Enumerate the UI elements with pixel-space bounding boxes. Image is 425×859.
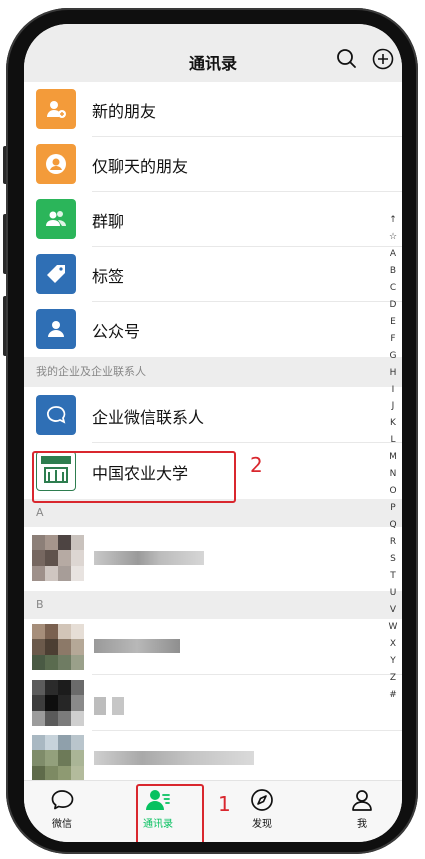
index-letter[interactable]: # <box>386 687 400 704</box>
phone-frame: 通讯录 新的朋友 仅聊天的朋友 群聊 标签 公众号 我的企业及企业联系人 企业微… <box>6 8 418 854</box>
annotation-number-2: 2 <box>250 453 263 477</box>
section-header-a: A <box>24 499 402 527</box>
index-letter[interactable]: I <box>386 382 400 399</box>
list-item-label: 仅聊天的朋友 <box>92 157 189 176</box>
tab-chats[interactable]: 微信 <box>32 787 92 830</box>
index-letter[interactable]: H <box>386 365 400 382</box>
tab-label: 微信 <box>52 819 72 830</box>
index-letter[interactable]: N <box>386 466 400 483</box>
index-letter[interactable]: T <box>386 568 400 585</box>
contact-avatar <box>32 680 84 726</box>
person-icon <box>352 790 372 811</box>
index-letter[interactable]: F <box>386 331 400 348</box>
index-letter[interactable]: E <box>386 314 400 331</box>
section-letter: A <box>36 506 44 519</box>
section-header-b: B <box>24 591 402 619</box>
compass-icon <box>251 789 273 811</box>
tab-label: 我 <box>357 819 367 830</box>
index-letter[interactable]: O <box>386 483 400 500</box>
contact-row[interactable] <box>24 731 402 783</box>
new-friends-icon <box>36 89 76 129</box>
section-header-enterprise: 我的企业及企业联系人 <box>24 357 402 387</box>
list-item-tags[interactable]: 标签 <box>24 247 402 302</box>
annotation-number-1: 1 <box>218 792 231 816</box>
list-item-label: 企业微信联系人 <box>92 408 205 427</box>
alphabet-index[interactable]: ↑ ☆ A B C D E F G H I J K L M N O P Q R S T U V W X Y Z # <box>386 212 400 704</box>
index-letter[interactable]: B <box>386 263 400 280</box>
contact-row[interactable] <box>24 675 402 731</box>
contact-name <box>94 639 180 653</box>
screen: 通讯录 新的朋友 仅聊天的朋友 群聊 标签 公众号 我的企业及企业联系人 企业微… <box>24 24 402 842</box>
contact-avatar <box>32 535 84 581</box>
index-letter[interactable]: R <box>386 534 400 551</box>
index-letter[interactable]: A <box>386 246 400 263</box>
index-letter[interactable]: L <box>386 432 400 449</box>
chat-only-friends-icon <box>36 144 76 184</box>
tab-me[interactable]: 我 <box>332 787 392 830</box>
section-title: 我的企业及企业联系人 <box>36 365 146 378</box>
search-icon[interactable] <box>334 46 360 72</box>
index-letter[interactable]: U <box>386 585 400 602</box>
contact-avatar <box>32 624 84 670</box>
contact-name <box>94 751 254 765</box>
tab-label: 发现 <box>252 819 272 830</box>
list-item-work-contacts[interactable]: 企业微信联系人 <box>24 387 402 443</box>
index-letter[interactable]: S <box>386 551 400 568</box>
contact-row[interactable] <box>24 619 402 675</box>
contact-name <box>94 551 204 565</box>
group-chat-icon <box>36 199 76 239</box>
contact-row[interactable] <box>24 527 402 589</box>
list-item-label: 新的朋友 <box>92 102 157 121</box>
contact-avatar <box>32 735 84 781</box>
list-item-label: 公众号 <box>92 322 141 341</box>
index-letter[interactable]: P <box>386 500 400 517</box>
section-letter: B <box>36 598 44 611</box>
index-letter[interactable]: G <box>386 348 400 365</box>
contact-name <box>112 697 124 715</box>
index-letter[interactable]: V <box>386 602 400 619</box>
index-letter[interactable]: C <box>386 280 400 297</box>
work-contacts-icon <box>36 395 76 435</box>
index-letter[interactable]: Y <box>386 653 400 670</box>
list-item-official-accounts[interactable]: 公众号 <box>24 302 402 357</box>
annotation-box-1 <box>136 784 204 842</box>
tab-bar: 微信 通讯录 发现 我 <box>24 780 402 842</box>
index-letter[interactable]: J <box>386 398 400 415</box>
list-item-new-friends[interactable]: 新的朋友 <box>24 82 402 137</box>
list-item-label: 标签 <box>92 267 125 286</box>
index-letter[interactable]: X <box>386 636 400 653</box>
index-letter[interactable]: K <box>386 415 400 432</box>
index-letter[interactable]: D <box>386 297 400 314</box>
index-letter[interactable]: Q <box>386 517 400 534</box>
contact-name <box>94 697 106 715</box>
list-item-group-chats[interactable]: 群聊 <box>24 192 402 247</box>
annotation-box-2 <box>32 451 236 503</box>
index-letter[interactable]: M <box>386 449 400 466</box>
index-letter[interactable]: W <box>386 619 400 636</box>
list-item-label: 群聊 <box>92 212 125 231</box>
index-letter[interactable]: ↑ <box>386 212 400 229</box>
tab-discover[interactable]: 发现 <box>232 787 292 830</box>
list-item-chat-only-friends[interactable]: 仅聊天的朋友 <box>24 137 402 192</box>
add-icon[interactable] <box>370 46 396 72</box>
official-account-icon <box>36 309 76 349</box>
tag-icon <box>36 254 76 294</box>
chat-bubble-icon <box>51 790 74 810</box>
index-letter[interactable]: Z <box>386 670 400 687</box>
index-letter[interactable]: ☆ <box>386 229 400 246</box>
